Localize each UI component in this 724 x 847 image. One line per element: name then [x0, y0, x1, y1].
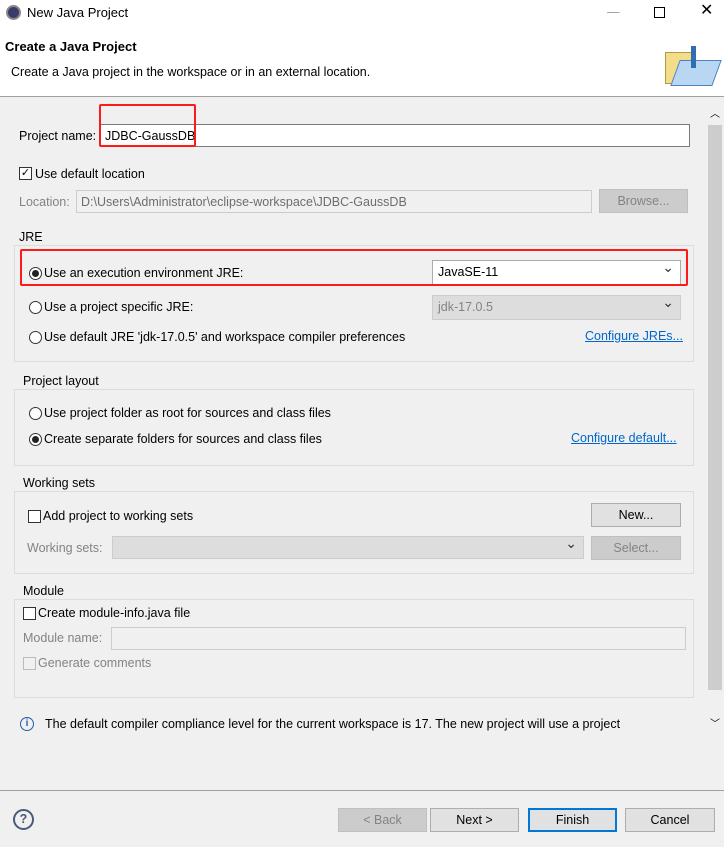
- back-button[interactable]: < Back: [338, 808, 427, 832]
- jre-default-radio[interactable]: [29, 331, 42, 344]
- cancel-button[interactable]: Cancel: [625, 808, 715, 832]
- layout-group-title: Project layout: [23, 374, 99, 388]
- scroll-up-icon[interactable]: ︿: [710, 107, 720, 123]
- scroll-down-icon[interactable]: ﹀: [710, 717, 720, 733]
- vertical-scrollbar[interactable]: ︿ ﹀: [707, 105, 723, 735]
- highlight-project-name: [99, 104, 196, 147]
- next-button[interactable]: Next >: [430, 808, 519, 832]
- jre-default-label: Use default JRE 'jdk-17.0.5' and workspa…: [44, 330, 406, 344]
- minimize-icon[interactable]: —: [607, 4, 620, 20]
- page-title: Create a Java Project: [5, 39, 137, 54]
- generate-comments-checkbox[interactable]: [23, 657, 36, 670]
- generate-comments-label: Generate comments: [38, 656, 152, 670]
- info-icon: i: [20, 717, 34, 731]
- add-working-sets-label: Add project to working sets: [43, 509, 194, 523]
- layout-root-label: Use project folder as root for sources a…: [44, 406, 331, 420]
- jre-specific-select[interactable]: jdk-17.0.5: [432, 294, 681, 320]
- layout-separate-label: Create separate folders for sources and …: [44, 432, 322, 446]
- layout-separate-radio[interactable]: [29, 433, 42, 446]
- jre-specific-radio[interactable]: [29, 301, 42, 314]
- wizard-header: Create a Java Project Create a Java proj…: [0, 26, 724, 97]
- help-icon[interactable]: ?: [13, 809, 34, 830]
- window-title: New Java Project: [27, 5, 129, 20]
- close-icon[interactable]: ✕: [700, 3, 713, 19]
- footer-divider: [0, 790, 724, 791]
- folder-icon: [665, 46, 722, 86]
- layout-group: [14, 389, 694, 466]
- select-working-sets-button[interactable]: Select...: [591, 536, 681, 560]
- eclipse-icon: [6, 5, 21, 20]
- configure-jres-link[interactable]: Configure JREs...: [585, 329, 683, 343]
- create-module-info-label: Create module-info.java file: [38, 606, 191, 620]
- create-module-info-checkbox[interactable]: [23, 607, 36, 620]
- working-sets-select[interactable]: [112, 535, 584, 559]
- page-subtitle: Create a Java project in the workspace o…: [11, 65, 371, 79]
- jre-specific-label: Use a project specific JRE:: [44, 300, 194, 314]
- module-group-title: Module: [23, 584, 64, 598]
- title-bar: New Java Project — ✕: [0, 0, 724, 26]
- location-label: Location:: [19, 195, 70, 209]
- working-sets-label: Working sets:: [27, 541, 103, 555]
- highlight-jre-env: [20, 249, 688, 286]
- working-sets-group-title: Working sets: [23, 476, 96, 490]
- default-location-label: Use default location: [35, 167, 145, 181]
- location-input[interactable]: D:\Users\Administrator\eclipse-workspace…: [76, 190, 592, 213]
- scroll-thumb[interactable]: [708, 125, 722, 690]
- jre-group-title: JRE: [19, 230, 43, 244]
- browse-button[interactable]: Browse...: [599, 189, 688, 213]
- new-working-set-button[interactable]: New...: [591, 503, 681, 527]
- info-message: The default compiler compliance level fo…: [45, 717, 621, 731]
- project-name-label: Project name:: [19, 129, 97, 143]
- maximize-icon[interactable]: [654, 7, 665, 18]
- module-name-input[interactable]: [111, 627, 686, 650]
- layout-root-radio[interactable]: [29, 407, 42, 420]
- add-working-sets-checkbox[interactable]: [28, 510, 41, 523]
- default-location-checkbox[interactable]: ✓: [19, 167, 32, 180]
- configure-default-link[interactable]: Configure default...: [571, 431, 677, 445]
- module-name-label: Module name:: [23, 631, 103, 645]
- finish-button[interactable]: Finish: [528, 808, 617, 832]
